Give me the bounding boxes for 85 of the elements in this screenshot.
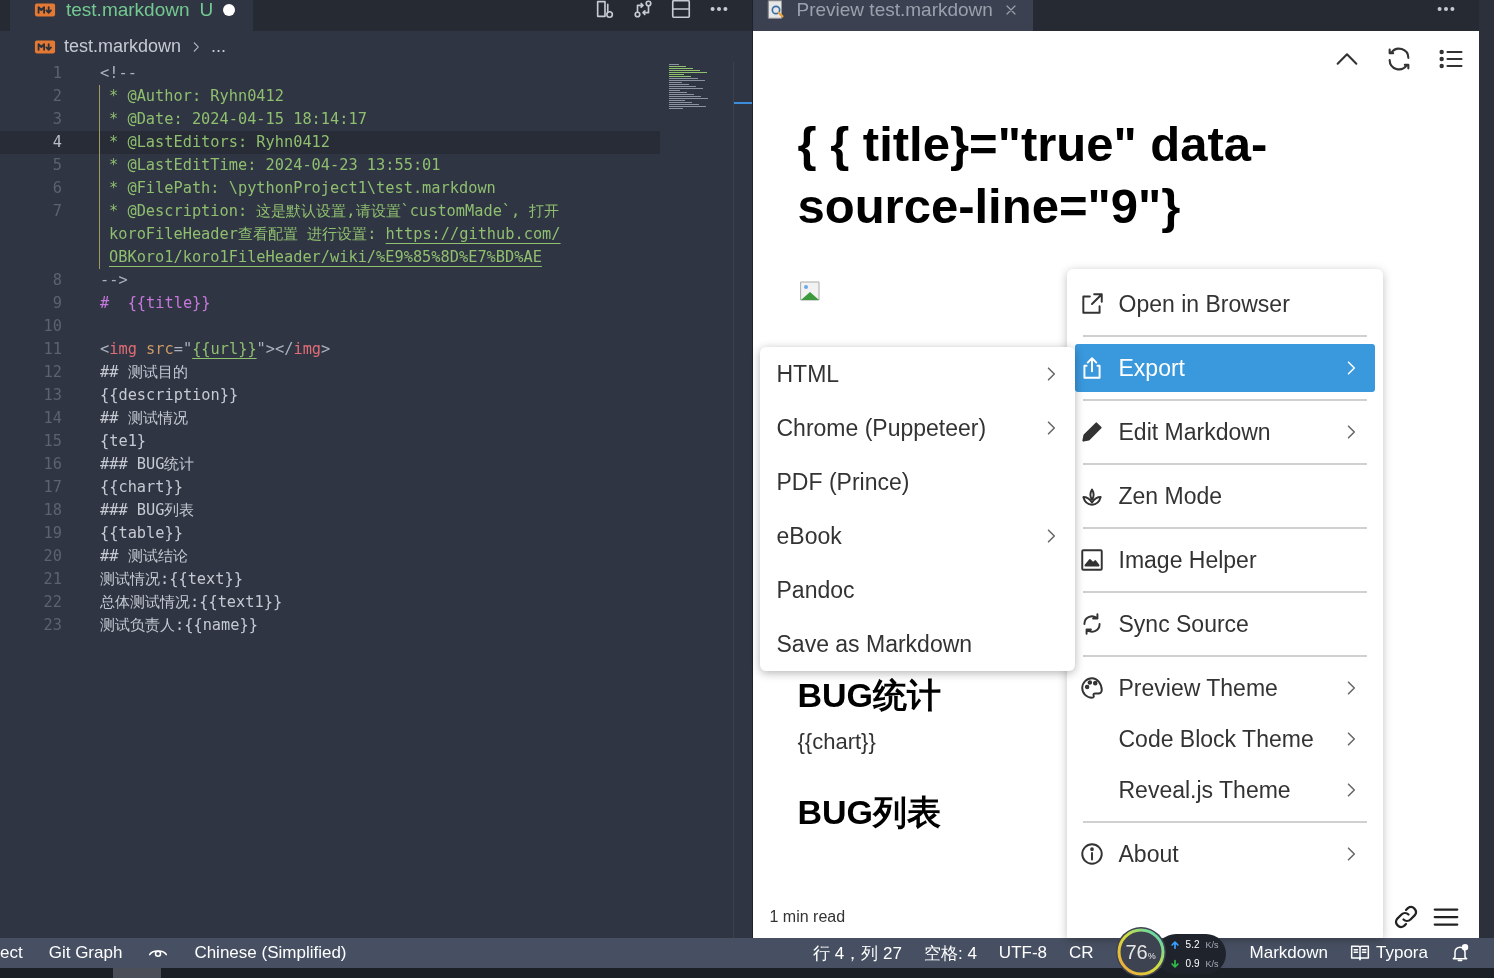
code-text: ## 测试结论 [100,547,188,565]
status-item[interactable]: Git Graph [48,943,123,963]
book-icon[interactable] [1350,943,1370,963]
code-text: * @FilePath: \pythonProject1\test.markdown [109,179,496,197]
code-text: {te1} [100,432,147,450]
editor-tab[interactable]: test.markdown U [10,0,254,31]
image-icon [1078,547,1105,573]
code-text: <!-- [100,64,137,82]
document-title: { { title}="true" data-source-line="9"} [797,116,1269,235]
code-text: "></ [256,340,294,358]
code-text: * @LastEditors: Ryhn0412 [109,133,331,151]
menu-item[interactable]: Reveal.js Theme [1074,766,1375,814]
breadcrumb-item[interactable]: ... [211,36,227,57]
code-text: ### BUG列表 [100,501,195,519]
status-item[interactable]: CR [1069,943,1094,963]
menu-item[interactable]: HTML [759,347,1075,401]
info-icon [1078,841,1105,867]
palette-icon [1078,675,1105,701]
code-link[interactable]: {{url}} [192,340,257,358]
menu-item[interactable]: Chrome (Puppeteer) [759,401,1075,455]
status-item[interactable]: 行 4，列 27 [813,941,902,965]
menu-item[interactable]: Zen Mode [1074,472,1375,520]
status-item[interactable]: ect [0,943,23,963]
code-text: ### BUG统计 [100,455,195,473]
notification-bell-icon[interactable] [1450,943,1470,963]
reading-time: 1 min read [769,908,846,926]
section-heading: BUG列表 [797,792,942,833]
code-text: < [100,340,110,358]
usage-percent: 76 [1125,940,1148,964]
section-heading: BUG统计 [797,675,942,716]
menu-item[interactable]: Edit Markdown [1074,408,1375,456]
code-text: * @Author: Ryhn0412 [109,87,284,105]
code-text: {{chart}} [100,478,183,496]
code-link[interactable]: https://github.com/ [385,225,561,243]
speed-unit: K/s [1205,939,1219,950]
scrollbar[interactable] [1479,0,1494,938]
menu-item[interactable]: Image Helper [1074,536,1375,584]
code-text: =" [173,340,193,358]
code-text: {{description}} [100,386,239,404]
code-text: ## 测试情况 [100,409,188,427]
code-text: 测试情况:{{text}} [100,570,243,588]
menu-item[interactable]: Preview Theme [1074,664,1375,712]
code-text: * @Date: 2024-04-15 18:14:17 [109,110,367,128]
code-text: {{table}} [100,524,183,542]
upload-speed: 5.2 [1185,939,1200,950]
code-text: 总体测试情况:{{text1}} [100,593,283,611]
split-editor-icon[interactable] [669,0,692,20]
speed-unit: K/s [1205,958,1219,969]
preview-tab[interactable]: Preview test.markdown [752,0,1033,31]
code-text: src [145,340,174,358]
code-text: --> [100,271,128,289]
status-item[interactable]: Chinese (Simplified) [194,943,347,963]
upload-arrow-icon [1169,939,1180,950]
paragraph-text: {{chart}} [797,729,876,755]
menu-item[interactable]: Sync Source [1074,600,1375,648]
menu-item[interactable]: Open in Browser [1074,280,1375,328]
code-text: > [321,340,331,358]
menu-item[interactable]: Code Block Theme [1074,715,1375,763]
code-text: * @Description: 这是默认设置,请设置`customMade`, 打开 [109,202,560,220]
usage-gauge [1115,927,1166,977]
download-arrow-icon [1169,958,1180,969]
compare-changes-icon[interactable] [631,0,654,20]
code-text: img [293,340,322,358]
menu-item[interactable]: PDF (Prince) [759,455,1075,509]
line-number: 4 [51,132,63,153]
menu-item[interactable]: Save as Markdown [759,617,1075,671]
percent-sign: % [1147,951,1156,961]
code-text: koroFileHeader查看配置 进行设置: [109,225,378,243]
code-text: 测试负责人:{{name}} [100,616,258,634]
download-speed: 0.9 [1185,958,1200,969]
code-link[interactable]: OBKoro1/koro1FileHeader/wiki/%E9%85%8D%E7%BD%AE [109,248,542,266]
menu-item[interactable]: eBook [759,509,1075,563]
menu-item[interactable]: About [1074,830,1375,878]
code-text: ## 测试目的 [100,363,188,381]
breadcrumb-item[interactable]: test.markdown [64,36,182,57]
menu-item[interactable]: Pandoc [759,563,1075,617]
status-item[interactable]: UTF-8 [998,943,1048,963]
broken-image-icon [797,279,822,303]
code-text: * @LastEditTime: 2024-04-23 13:55:01 [109,156,441,174]
status-item[interactable]: 空格: 4 [923,941,977,965]
scroll-position-marker [733,102,752,104]
code-text: # {{title}} [100,294,211,312]
code-text: img [109,340,137,358]
status-item[interactable]: Markdown [1249,943,1328,963]
status-item[interactable]: Typora [1376,943,1428,963]
